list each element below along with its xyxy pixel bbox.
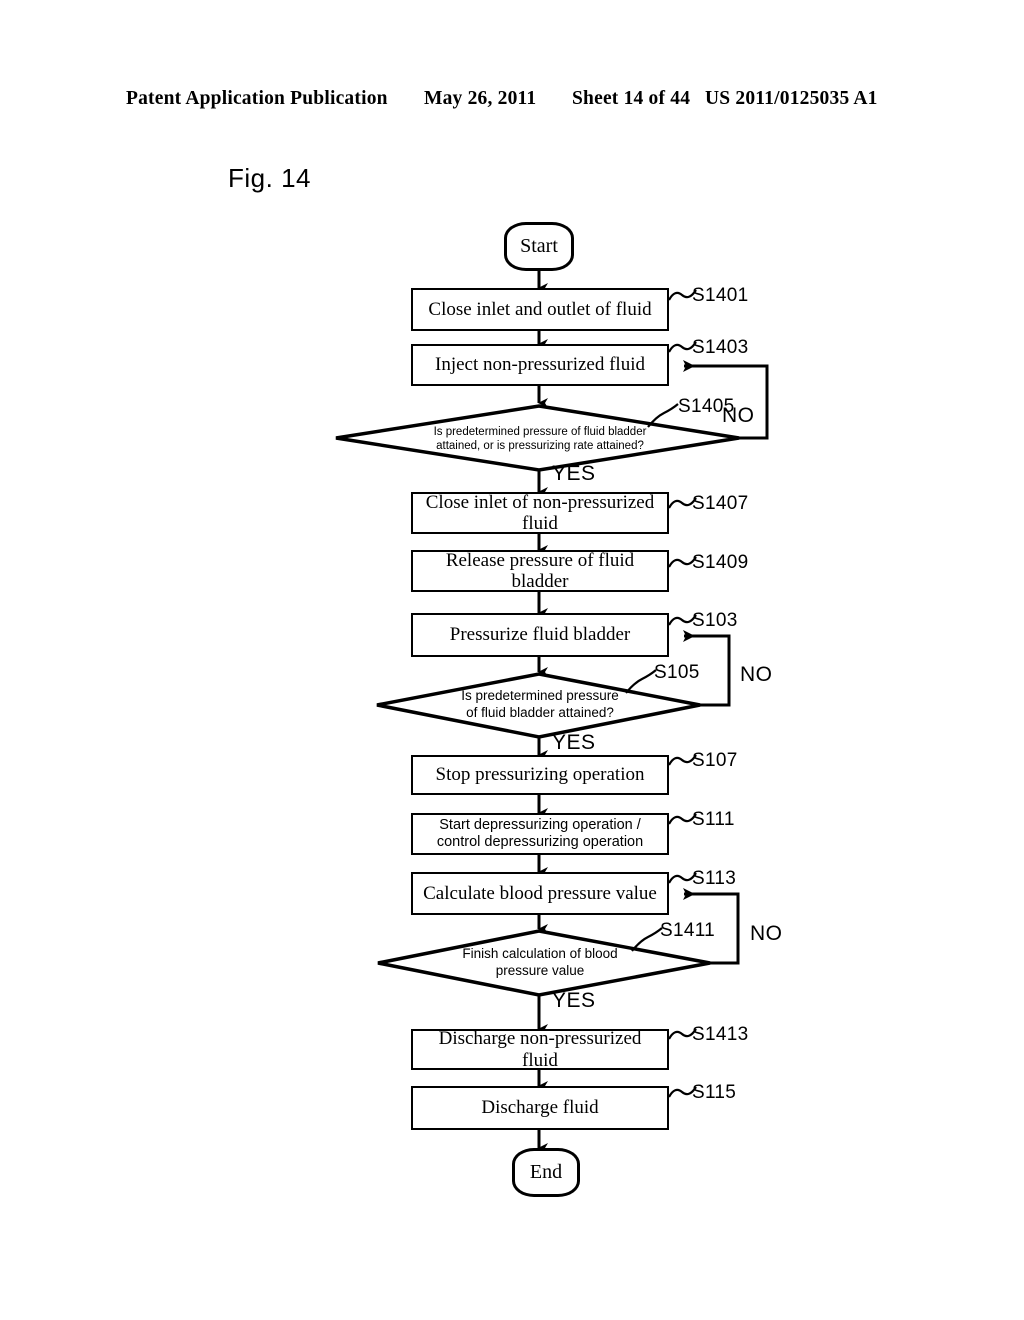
branch-label-s1411-no: NO <box>750 922 783 945</box>
flow-node-s1403[interactable]: Inject non-pressurized fluid <box>411 344 669 386</box>
step-tag-s1407: S1407 <box>692 493 749 514</box>
flow-node-s1411[interactable] <box>425 941 655 985</box>
step-tag-s111: S111 <box>692 809 735 830</box>
step-tag-s107: S107 <box>692 750 738 771</box>
flow-node-end-label: End <box>529 1161 563 1183</box>
flow-node-s103-label: Pressurize fluid bladder <box>449 624 631 646</box>
step-tag-s1413: S1413 <box>692 1024 749 1045</box>
flow-node-s1409[interactable]: Release pressure of fluid bladder <box>411 550 669 592</box>
flow-node-s115[interactable]: Discharge fluid <box>411 1086 669 1130</box>
flow-node-s113-label: Calculate blood pressure value <box>423 882 657 904</box>
flow-node-s111-line2: control depressurizing operation <box>436 834 644 850</box>
flow-node-s113[interactable]: Calculate blood pressure value <box>411 872 669 915</box>
flow-node-s1407[interactable]: Close inlet of non-pressurized fluid <box>411 492 669 534</box>
step-tag-s105: S105 <box>654 662 700 683</box>
flow-node-s1405[interactable] <box>400 415 680 463</box>
step-tag-s1403: S1403 <box>692 337 749 358</box>
flow-node-start-label: Start <box>520 235 558 257</box>
flow-node-s107[interactable]: Stop pressurizing operation <box>411 755 669 795</box>
step-tag-s1401: S1401 <box>692 285 749 306</box>
flow-node-s1401-label: Close inlet and outlet of fluid <box>428 298 652 320</box>
branch-label-s105-no: NO <box>740 663 773 686</box>
step-tag-s1409: S1409 <box>692 552 749 573</box>
flow-node-start[interactable]: Start <box>504 222 574 271</box>
branch-label-s1405-no: NO <box>722 404 755 427</box>
flow-node-s1413[interactable]: Discharge non-pressurized fluid <box>411 1028 669 1071</box>
branch-label-s105-yes: YES <box>552 731 596 754</box>
step-tag-s115: S115 <box>692 1082 737 1103</box>
flow-node-end[interactable]: End <box>512 1148 580 1197</box>
flow-node-s103[interactable]: Pressurize fluid bladder <box>411 613 669 657</box>
branch-label-s1405-yes: YES <box>552 462 596 485</box>
step-tag-s103: S103 <box>692 610 738 631</box>
flow-node-s111[interactable]: Start depressurizing operation / control… <box>411 813 669 855</box>
flow-node-s111-line1: Start depressurizing operation / <box>439 816 641 833</box>
flow-node-s1401[interactable]: Close inlet and outlet of fluid <box>411 288 669 331</box>
flow-node-s1407-line2: fluid <box>522 513 558 534</box>
flow-node-s1409-label: Release pressure of fluid bladder <box>445 549 635 592</box>
flow-node-s1407-line1: Close inlet of non-pressurized <box>425 491 655 513</box>
flow-node-s1413-label: Discharge non-pressurized fluid <box>438 1028 642 1071</box>
flow-node-s1403-label: Inject non-pressurized fluid <box>435 354 645 376</box>
flow-node-s105[interactable] <box>420 683 660 727</box>
step-tag-s113: S113 <box>692 868 737 889</box>
step-tag-s1411: S1411 <box>660 920 716 941</box>
flow-node-s107-label: Stop pressurizing operation <box>435 764 645 786</box>
branch-label-s1411-yes: YES <box>552 989 596 1012</box>
flow-node-s115-label: Discharge fluid <box>481 1097 599 1119</box>
